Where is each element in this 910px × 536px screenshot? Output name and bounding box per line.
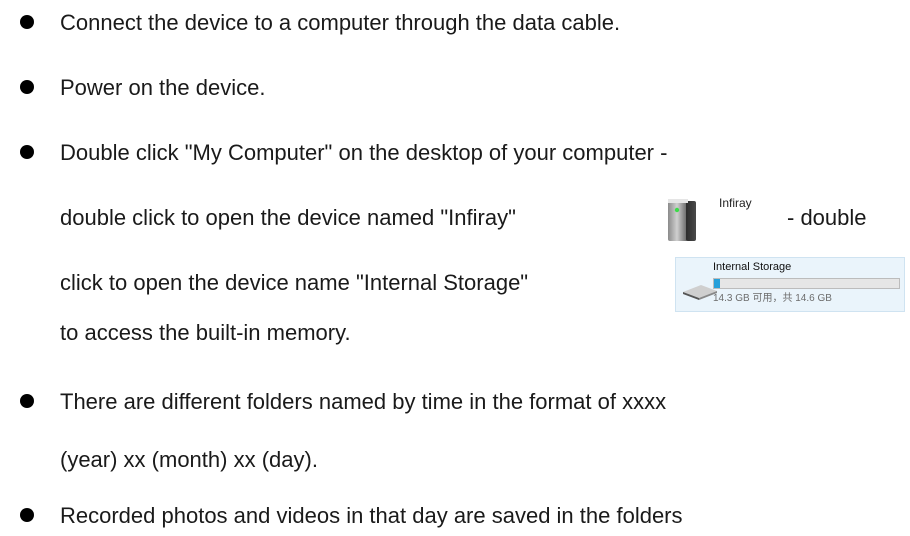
bullet-3-line-2-tail: - double [787, 205, 867, 230]
internal-storage-name: Internal Storage [713, 261, 792, 273]
bullet-1-line-1: Connect the device to a computer through… [60, 10, 621, 35]
bullet-4-marker [20, 394, 34, 408]
storage-usage-fill [714, 279, 720, 288]
document-page: Connect the device to a computer through… [0, 0, 910, 536]
bullet-4-line-2: (year) xx (month) xx (day). [60, 447, 318, 472]
bullet-1-marker [20, 15, 34, 29]
storage-usage-bar [713, 278, 900, 289]
bullet-4-line-1: There are different folders named by tim… [60, 389, 667, 414]
bullet-3-line-4: to access the built-in memory. [60, 320, 351, 345]
internal-storage-tile: Internal Storage 14.3 GB 可用，共 14.6 GB [675, 257, 905, 312]
internal-storage-info: 14.3 GB 可用，共 14.6 GB [713, 293, 832, 304]
bullet-5-marker [20, 508, 34, 522]
infiray-device-label: Infiray [719, 196, 752, 210]
bullet-3-line-1: Double click "My Computer" on the deskto… [60, 140, 668, 165]
bullet-3-line-2: double click to open the device named "I… [60, 205, 516, 230]
bullet-2-line-1: Power on the device. [60, 75, 266, 100]
bullet-2-marker [20, 80, 34, 94]
bullet-3-marker [20, 145, 34, 159]
bullet-3-line-3: click to open the device name "Internal … [60, 270, 529, 295]
usb-device-icon [668, 199, 696, 241]
bullet-5-line-1: Recorded photos and videos in that day a… [60, 503, 683, 528]
